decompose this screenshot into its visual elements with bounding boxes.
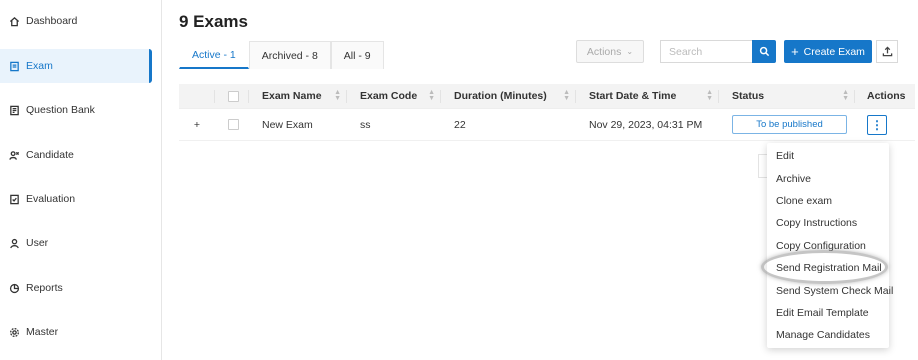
expand-row-icon[interactable]: + <box>179 109 215 140</box>
status-tabs: Active - 1 Archived - 8 All - 9 <box>179 41 384 69</box>
sidebar-item-master[interactable]: Master <box>0 315 152 349</box>
column-header-actions: Actions <box>867 90 906 102</box>
menu-item-copy-configuration[interactable]: Copy Configuration <box>767 235 889 257</box>
search-input[interactable]: Search <box>660 40 752 63</box>
menu-item-edit[interactable]: Edit <box>767 145 889 167</box>
upload-icon <box>882 46 893 57</box>
sidebar-item-reports[interactable]: Reports <box>0 271 152 305</box>
table-row: + New Exam ss 22 Nov 29, 2023, 04:31 PM … <box>179 109 915 141</box>
sidebar-item-label: Master <box>26 326 59 338</box>
home-icon <box>8 15 20 27</box>
status-badge: To be published <box>732 115 847 134</box>
table-header: Exam Name ▲ ▼ Exam Code ▲ ▼ Duration (Minu… <box>179 84 915 109</box>
user-icon <box>8 237 20 249</box>
menu-item-send-registration-mail[interactable]: Send Registration Mail <box>767 257 889 279</box>
row-checkbox[interactable] <box>228 119 239 130</box>
export-button[interactable] <box>876 40 898 63</box>
chevron-down-icon: ⌄ <box>626 47 634 56</box>
sidebar-item-label: Candidate <box>26 149 74 161</box>
menu-item-send-system-check-mail[interactable]: Send System Check Mail <box>767 279 893 301</box>
tab-all[interactable]: All - 9 <box>330 41 384 69</box>
create-exam-label: Create Exam <box>803 45 865 58</box>
page-title: 9 Exams <box>179 12 248 31</box>
column-header-status[interactable]: Status ▲ ▼ <box>719 84 855 108</box>
create-exam-button[interactable]: + Create Exam <box>784 40 872 63</box>
sidebar-item-question-bank[interactable]: Question Bank <box>0 93 152 127</box>
sidebar-item-evaluation[interactable]: Evaluation <box>0 182 152 216</box>
sort-icon: ▲ ▼ <box>334 89 341 102</box>
evaluation-icon <box>8 193 20 205</box>
gear-icon <box>8 326 20 338</box>
sort-icon: ▲ ▼ <box>428 89 435 102</box>
row-actions-menu: Edit Archive Clone exam Copy Instruction… <box>767 143 893 348</box>
search-button[interactable] <box>752 40 776 63</box>
column-header-duration[interactable]: Duration (Minutes) ▲ ▼ <box>441 84 576 108</box>
tab-active[interactable]: Active - 1 <box>179 41 249 69</box>
question-bank-icon <box>8 104 20 116</box>
sidebar-item-label: Evaluation <box>26 193 76 205</box>
exams-table: Exam Name ▲ ▼ Exam Code ▲ ▼ Duration (Minu… <box>179 84 915 141</box>
sidebar-item-label: Dashboard <box>26 15 78 27</box>
column-header-exam-name[interactable]: Exam Name ▲ ▼ <box>249 84 347 108</box>
candidate-icon <box>8 149 20 161</box>
column-header-exam-code[interactable]: Exam Code ▲ ▼ <box>347 84 441 108</box>
sidebar-item-candidate[interactable]: Candidate <box>0 138 152 172</box>
exam-code-cell: ss <box>360 118 371 131</box>
actions-dropdown[interactable]: Actions ⌄ <box>576 40 644 63</box>
sort-icon: ▲ ▼ <box>706 89 713 102</box>
sidebar-item-exam[interactable]: Exam <box>0 49 152 83</box>
actions-label: Actions <box>586 45 622 58</box>
select-all-checkbox[interactable] <box>228 90 239 102</box>
reports-icon <box>8 282 20 294</box>
exam-icon <box>8 60 20 72</box>
menu-item-archive[interactable]: Archive <box>767 167 889 189</box>
sidebar: Dashboard Exam Question Bank Candidate E… <box>0 0 162 360</box>
search-icon <box>759 46 770 57</box>
menu-item-clone-exam[interactable]: Clone exam <box>767 190 889 212</box>
plus-icon: + <box>791 44 799 59</box>
sidebar-item-label: Question Bank <box>26 104 95 116</box>
menu-item-manage-candidates[interactable]: Manage Candidates <box>767 324 889 346</box>
sort-icon: ▲ ▼ <box>563 89 570 102</box>
search-placeholder: Search <box>669 45 703 58</box>
sidebar-item-label: User <box>26 237 49 249</box>
menu-item-copy-instructions[interactable]: Copy Instructions <box>767 212 889 234</box>
tab-archived[interactable]: Archived - 8 <box>248 41 331 69</box>
sidebar-item-label: Reports <box>26 282 63 294</box>
duration-cell: 22 <box>454 118 466 131</box>
exam-name-cell: New Exam <box>262 118 313 131</box>
sidebar-item-dashboard[interactable]: Dashboard <box>0 4 152 38</box>
more-actions-button[interactable]: ⋮ <box>867 114 887 135</box>
column-header-start-date[interactable]: Start Date & Time ▲ ▼ <box>576 84 719 108</box>
sidebar-item-user[interactable]: User <box>0 226 152 260</box>
start-date-cell: Nov 29, 2023, 04:31 PM <box>589 118 703 131</box>
menu-item-edit-email-template[interactable]: Edit Email Template <box>767 302 889 324</box>
sidebar-item-label: Exam <box>26 60 53 72</box>
sort-icon: ▲ ▼ <box>842 89 849 102</box>
